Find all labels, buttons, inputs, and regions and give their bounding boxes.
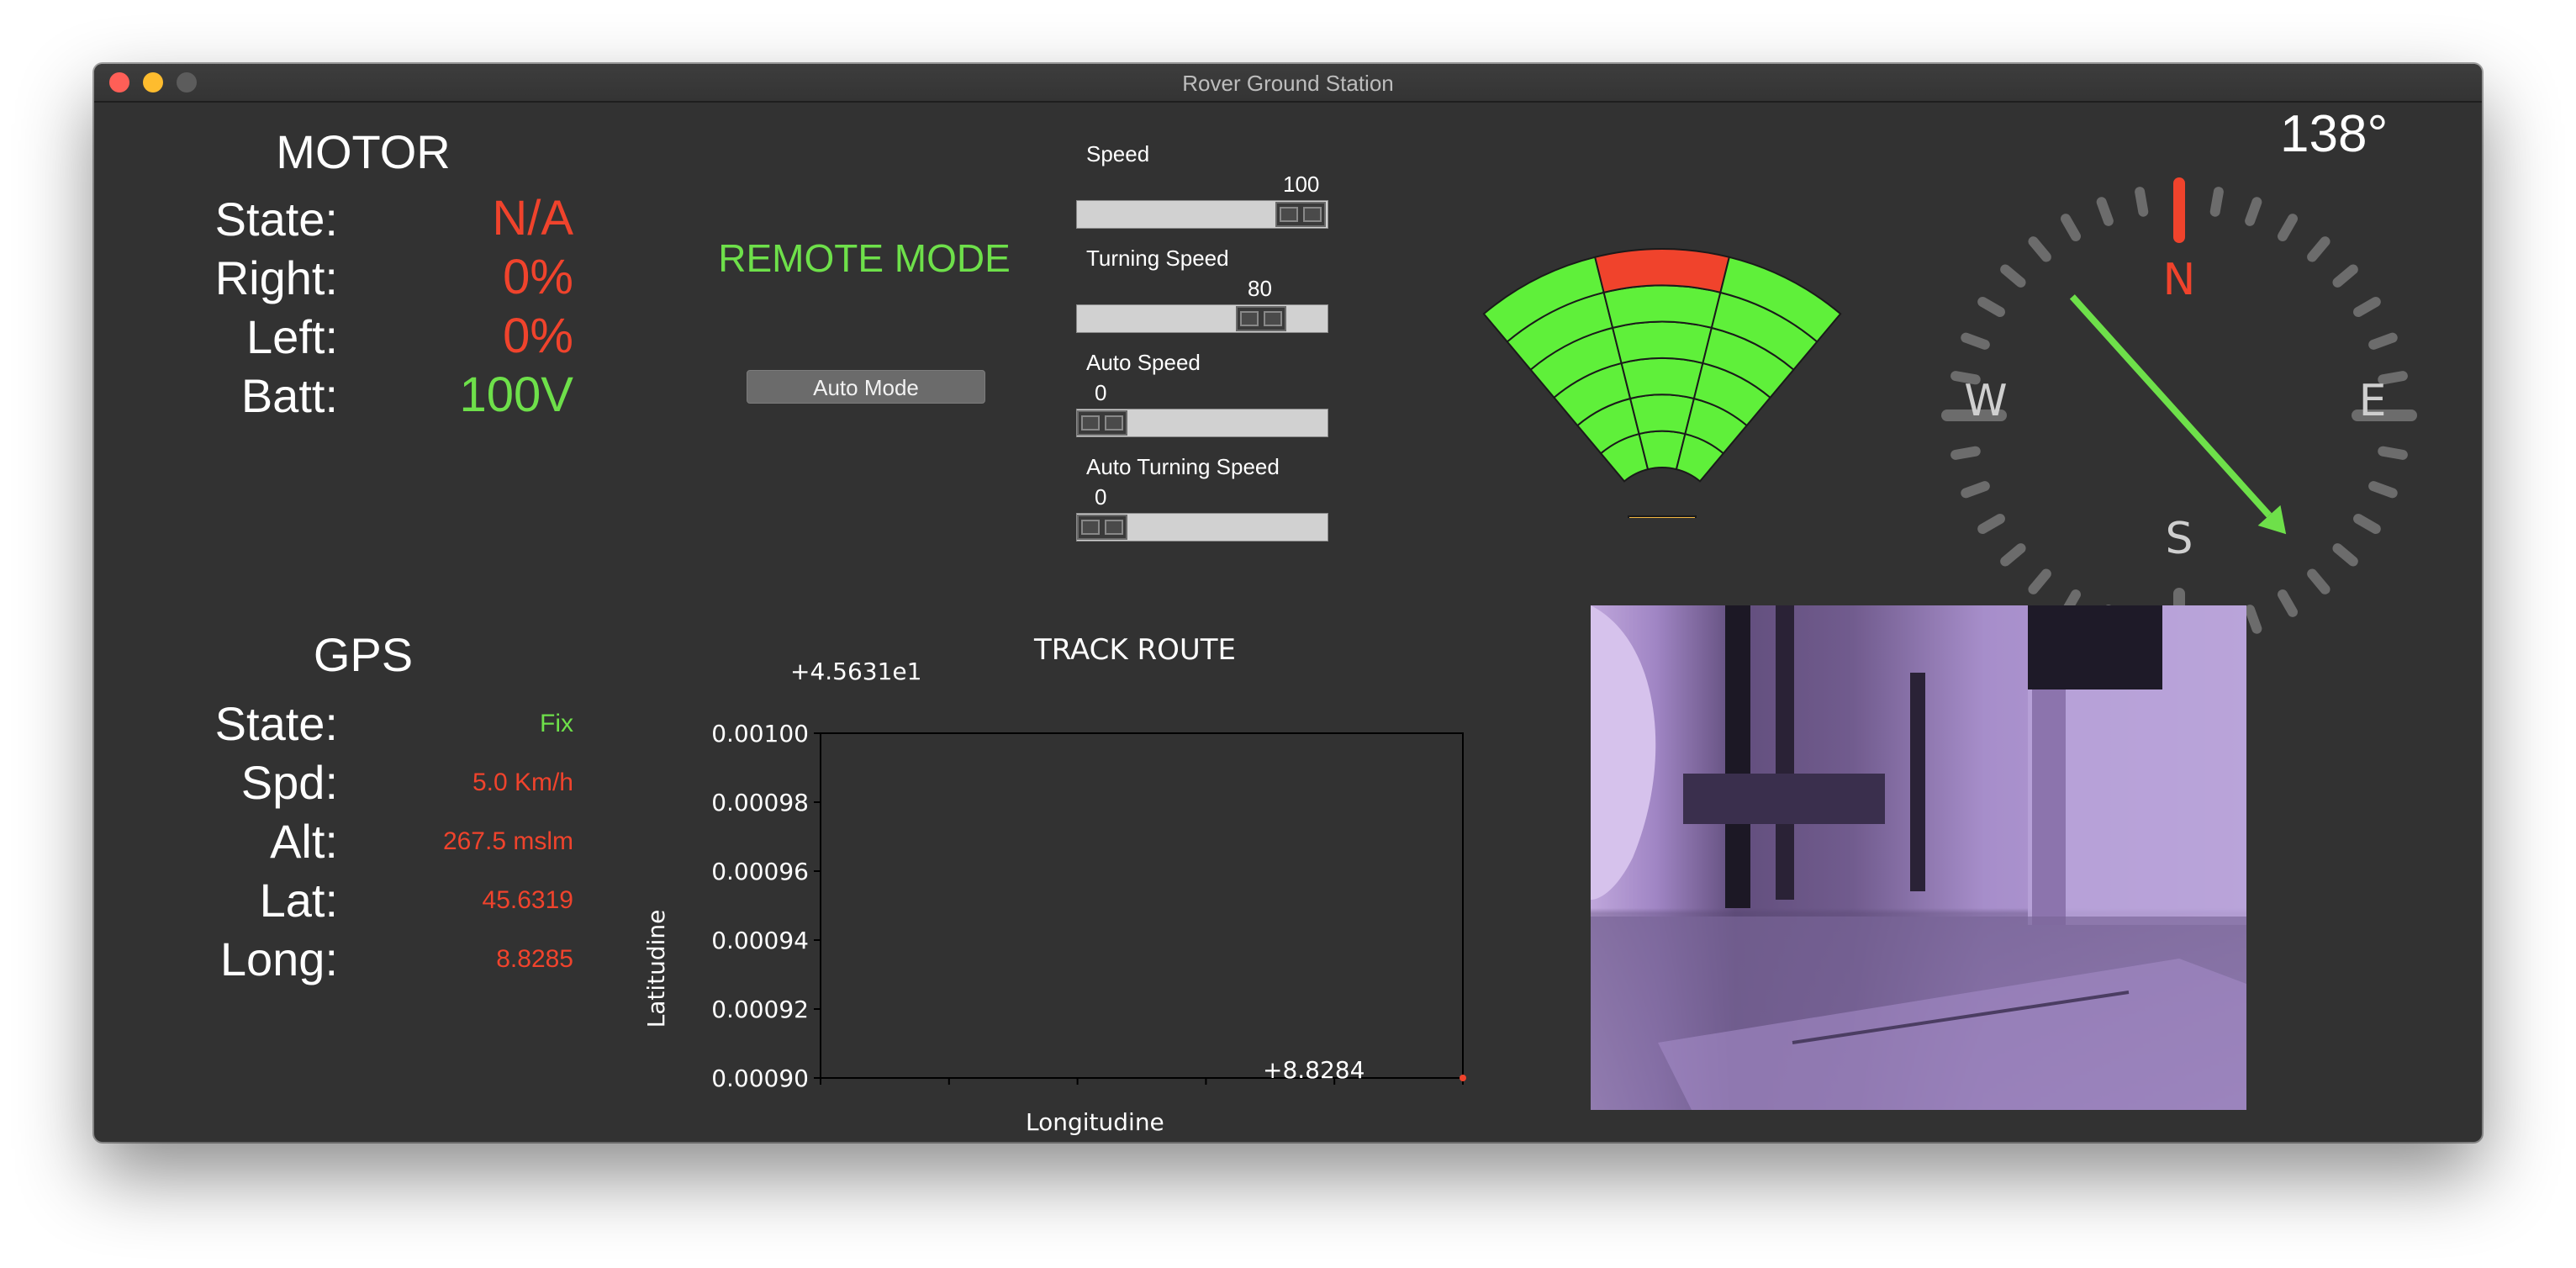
motor-batt-label: Batt:	[240, 369, 338, 422]
chart-point	[1460, 1075, 1466, 1081]
track-route-chart: TRACK ROUTE +4.5631e1 0.00090 0.00092 0.00…	[642, 633, 1466, 1090]
compass-tick	[1950, 446, 1981, 460]
compass-tick	[2000, 264, 2026, 288]
gps-long-label: Long:	[219, 933, 338, 985]
compass-tick	[2353, 514, 2381, 534]
motor-right-label: Right:	[214, 251, 338, 304]
compass-east-label: E	[2359, 376, 2387, 426]
compass-tick	[2096, 197, 2114, 226]
compass-tick	[2378, 446, 2408, 460]
chart-y-tick-label: 0.00094	[711, 927, 809, 954]
auto-speed-slider-label: Auto Speed	[1086, 350, 1201, 375]
motor-right-value: 0%	[503, 250, 573, 304]
turning-speed-slider-handle[interactable]	[1235, 306, 1286, 331]
radar-sector	[1620, 357, 1704, 400]
compass-tick	[2061, 214, 2081, 241]
chart-y-tick-label: 0.00090	[711, 1065, 809, 1090]
turning-speed-slider-value: 80	[1248, 276, 1272, 301]
compass-tick	[1961, 332, 1990, 350]
compass-north-label: N	[2163, 255, 2196, 305]
compass-tick	[2245, 197, 2262, 226]
chart-y-tick-label: 0.00092	[711, 996, 809, 1023]
gps-state-value: Fix	[540, 710, 573, 737]
speed-slider[interactable]	[1076, 200, 1328, 229]
auto-turning-speed-slider[interactable]	[1076, 513, 1328, 542]
chart-y-axis-label: Latitudine	[642, 910, 670, 1028]
compass-tick	[1977, 514, 2005, 534]
auto-turning-speed-slider-value: 0	[1095, 484, 1107, 510]
gps-header: GPS	[313, 628, 414, 681]
compass-tick	[2332, 264, 2358, 288]
gps-lat-value: 45.6319	[482, 886, 573, 914]
obstacle-radar	[1482, 248, 1842, 518]
auto-turning-speed-slider-handle[interactable]	[1077, 515, 1127, 540]
compass-tick	[2278, 214, 2298, 241]
gps-speed-label: Spd:	[240, 756, 338, 809]
gps-alt-value: 267.5 mslm	[442, 827, 573, 855]
auto-speed-slider[interactable]	[1076, 409, 1328, 437]
radar-sector	[1611, 320, 1713, 365]
compass-west-label: W	[1964, 376, 2007, 426]
rover-icon	[1628, 515, 1697, 518]
chart-plot-area	[820, 732, 1464, 1079]
heading-needle	[2069, 294, 2272, 518]
compass-heading-readout: 138°	[2280, 105, 2389, 163]
motor-state-label: State:	[214, 193, 338, 246]
chart-title: TRACK ROUTE	[1033, 633, 1236, 667]
compass: N E S W	[1941, 177, 2417, 652]
chart-y-tick-label: 0.00098	[711, 789, 809, 816]
compass-tick	[2353, 297, 2381, 317]
compass-tick	[2307, 236, 2331, 262]
auto-speed-slider-value: 0	[1095, 380, 1107, 405]
auto-mode-button[interactable]: Auto Mode	[747, 370, 985, 404]
compass-tick	[2135, 187, 2149, 217]
camera-image	[1591, 605, 2246, 1110]
compass-tick	[2209, 187, 2224, 217]
chart-x-axis-label: Longitudine	[1026, 1108, 1164, 1136]
motor-left-value: 0%	[503, 309, 573, 363]
speed-slider-label: Speed	[1086, 141, 1150, 166]
gps-state-label: State:	[214, 697, 338, 750]
compass-tick	[2307, 568, 2331, 594]
window-title: Rover Ground Station	[1182, 71, 1394, 96]
compass-south-label: S	[2165, 514, 2193, 564]
motor-header: MOTOR	[276, 125, 451, 178]
compass-tick	[2028, 568, 2051, 594]
compass-tick	[2028, 236, 2051, 262]
compass-tick	[2368, 481, 2398, 499]
auto-turning-speed-slider-label: Auto Turning Speed	[1086, 454, 1280, 479]
app-window: Rover Ground Station MOTOR State: N/A Ri…	[94, 64, 2482, 1142]
speed-slider-handle[interactable]	[1275, 202, 1326, 227]
gps-long-value: 8.8285	[496, 945, 573, 973]
compass-tick	[1977, 297, 2005, 317]
title-bar: Rover Ground Station	[94, 64, 2482, 103]
compass-tick	[2000, 543, 2026, 567]
turning-speed-slider[interactable]	[1076, 304, 1328, 333]
compass-tick	[2278, 589, 2298, 617]
gps-alt-label: Alt:	[270, 815, 338, 868]
camera-feed	[1591, 605, 2246, 1110]
radar-sector-blocked	[1593, 248, 1731, 294]
speed-slider-value: 100	[1283, 172, 1320, 197]
chart-y-tick-label: 0.00100	[711, 720, 809, 748]
motor-state-value: N/A	[492, 191, 573, 246]
gps-lat-label: Lat:	[259, 874, 338, 927]
remote-mode-label: REMOTE MODE	[718, 236, 1011, 280]
chart-y-offset-label: +4.5631e1	[790, 658, 921, 685]
compass-tick	[1961, 481, 1990, 499]
motor-batt-value: 100V	[459, 367, 573, 422]
compass-tick	[2245, 605, 2262, 634]
gps-speed-value: 5.0 Km/h	[472, 769, 573, 796]
chart-y-tick-label: 0.00096	[711, 858, 809, 885]
auto-speed-slider-handle[interactable]	[1077, 410, 1127, 436]
compass-tick	[2368, 332, 2398, 350]
compass-tick	[2332, 543, 2358, 567]
motor-left-label: Left:	[246, 310, 338, 363]
radar-sector	[1628, 394, 1696, 436]
turning-speed-slider-label: Turning Speed	[1086, 246, 1229, 271]
radar-sector	[1602, 284, 1722, 330]
chart-x-offset-label: +8.8284	[1263, 1056, 1365, 1084]
